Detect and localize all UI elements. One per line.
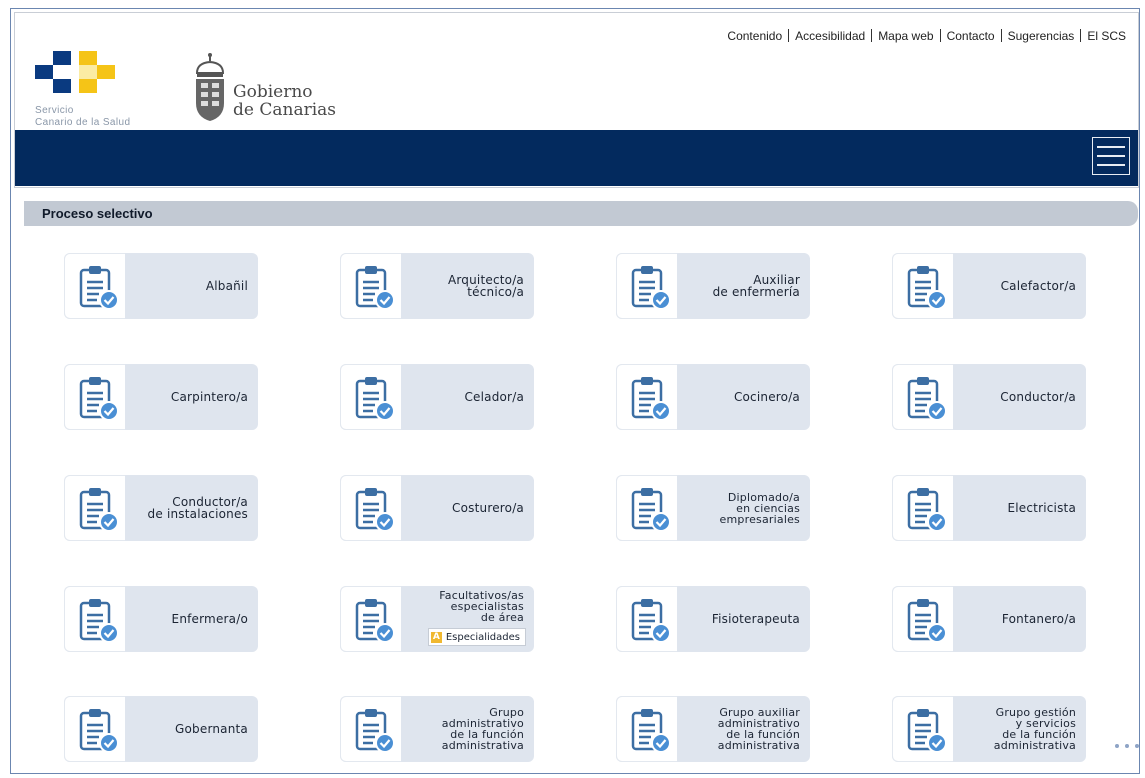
job-tile-label: Conductor/a de instalaciones — [147, 495, 248, 521]
clipboard-check-icon — [340, 696, 401, 762]
job-tile[interactable]: Costurero/a — [340, 475, 534, 541]
job-tile-label: Grupo administrativo de la función admin… — [441, 706, 524, 752]
job-tile-label: Electricista — [1007, 501, 1076, 515]
job-tile-label: Fontanero/a — [1001, 612, 1076, 626]
clipboard-check-icon — [340, 475, 401, 541]
job-tile-label: Conductor/a — [1000, 390, 1076, 404]
job-tile[interactable]: Arquitecto/a técnico/a — [340, 253, 534, 319]
site-header: Contenido Accesibilidad Mapa web Contacto Su… — [14, 12, 1139, 188]
link-el-scs[interactable]: El SCS — [1087, 29, 1126, 43]
job-tile-label: Albañil — [205, 279, 248, 293]
job-tile-label: Fisioterapeuta — [711, 612, 800, 626]
job-tile[interactable]: Grupo gestión y servicios de la función … — [892, 696, 1086, 762]
clipboard-check-icon — [64, 253, 125, 319]
job-tile-label: Gobernanta — [175, 722, 248, 736]
job-tile-label: Calefactor/a — [1000, 279, 1076, 293]
job-tile-label: Arquitecto/a técnico/a — [447, 273, 524, 299]
clipboard-check-icon — [616, 364, 677, 430]
clipboard-check-icon — [64, 696, 125, 762]
link-mapa-web[interactable]: Mapa web — [878, 29, 933, 43]
job-tile[interactable]: Carpintero/a — [64, 364, 258, 430]
job-tile-label: Auxiliar de enfermería — [712, 273, 800, 299]
job-tile[interactable]: Diplomado/a en ciencias empresariales — [616, 475, 810, 541]
job-tile[interactable]: Electricista — [892, 475, 1086, 541]
job-tile[interactable]: Fontanero/a — [892, 586, 1086, 652]
clipboard-check-icon — [340, 253, 401, 319]
clipboard-check-icon — [892, 586, 953, 652]
especialidades-button[interactable]: A Especialidades — [427, 628, 526, 646]
job-tile[interactable]: Gobernanta — [64, 696, 258, 762]
gobierno-line1: Gobierno — [233, 82, 313, 102]
gobierno-line2: de Canarias — [233, 100, 336, 120]
scs-logo-mark — [35, 51, 115, 93]
job-tile[interactable]: Grupo auxiliar administrativo de la func… — [616, 696, 810, 762]
job-tile-label: Costurero/a — [452, 501, 524, 515]
job-tile[interactable]: Conductor/a de instalaciones — [64, 475, 258, 541]
clipboard-check-icon — [340, 586, 401, 652]
badge-letter-icon: A — [430, 631, 442, 643]
clipboard-check-icon — [616, 586, 677, 652]
job-tile[interactable]: Celador/a — [340, 364, 534, 430]
clipboard-check-icon — [892, 696, 953, 762]
scs-logo[interactable]: Servicio Canario de la Salud — [31, 51, 161, 141]
scs-logo-line1: Servicio — [35, 105, 74, 116]
job-tile[interactable]: Enfermera/o — [64, 586, 258, 652]
clipboard-check-icon — [616, 253, 677, 319]
job-tile[interactable]: Grupo administrativo de la función admin… — [340, 696, 534, 762]
job-tile[interactable]: Conductor/a — [892, 364, 1086, 430]
clipboard-check-icon — [892, 253, 953, 319]
clipboard-check-icon — [616, 696, 677, 762]
job-tile-label: Grupo gestión y servicios de la función … — [993, 706, 1076, 752]
job-tile-label: Grupo auxiliar administrativo de la func… — [717, 706, 800, 752]
clipboard-check-icon — [64, 586, 125, 652]
job-tile-label: Carpintero/a — [170, 390, 248, 404]
link-sugerencias[interactable]: Sugerencias — [1008, 29, 1075, 43]
job-tile-label: Diplomado/a en ciencias empresariales — [719, 490, 800, 526]
scs-logo-line2: Canario de la Salud — [35, 117, 131, 128]
top-links: Contenido Accesibilidad Mapa web Contacto Su… — [727, 29, 1126, 43]
job-tile[interactable]: Fisioterapeuta — [616, 586, 810, 652]
job-tile-label: Celador/a — [464, 390, 524, 404]
clipboard-check-icon — [892, 475, 953, 541]
job-tile[interactable]: Albañil — [64, 253, 258, 319]
job-tile-label: Enfermera/o — [171, 612, 248, 626]
section-header: Proceso selectivo — [24, 201, 1138, 226]
clipboard-check-icon — [892, 364, 953, 430]
job-tile[interactable]: Calefactor/a — [892, 253, 1086, 319]
link-contenido[interactable]: Contenido — [727, 29, 782, 43]
clipboard-check-icon — [64, 475, 125, 541]
clipboard-check-icon — [340, 364, 401, 430]
job-tile[interactable]: Facultativos/as especialistas de área A Es… — [340, 586, 534, 652]
job-tile[interactable]: Auxiliar de enfermería — [616, 253, 810, 319]
clipboard-check-icon — [64, 364, 125, 430]
especialidades-label: Especialidades — [445, 631, 520, 643]
more-dots-icon[interactable] — [1113, 740, 1143, 750]
link-accesibilidad[interactable]: Accesibilidad — [795, 29, 865, 43]
job-tile[interactable]: Cocinero/a — [616, 364, 810, 430]
clipboard-check-icon — [616, 475, 677, 541]
section-title: Proceso selectivo — [42, 206, 153, 221]
main-nav-bar — [15, 130, 1138, 186]
gobierno-logo[interactable]: Gobierno de Canarias — [191, 51, 361, 133]
job-tile-label: Cocinero/a — [733, 390, 800, 404]
hamburger-menu-button[interactable] — [1092, 137, 1130, 175]
link-contacto[interactable]: Contacto — [947, 29, 995, 43]
coat-of-arms-icon — [195, 53, 225, 121]
